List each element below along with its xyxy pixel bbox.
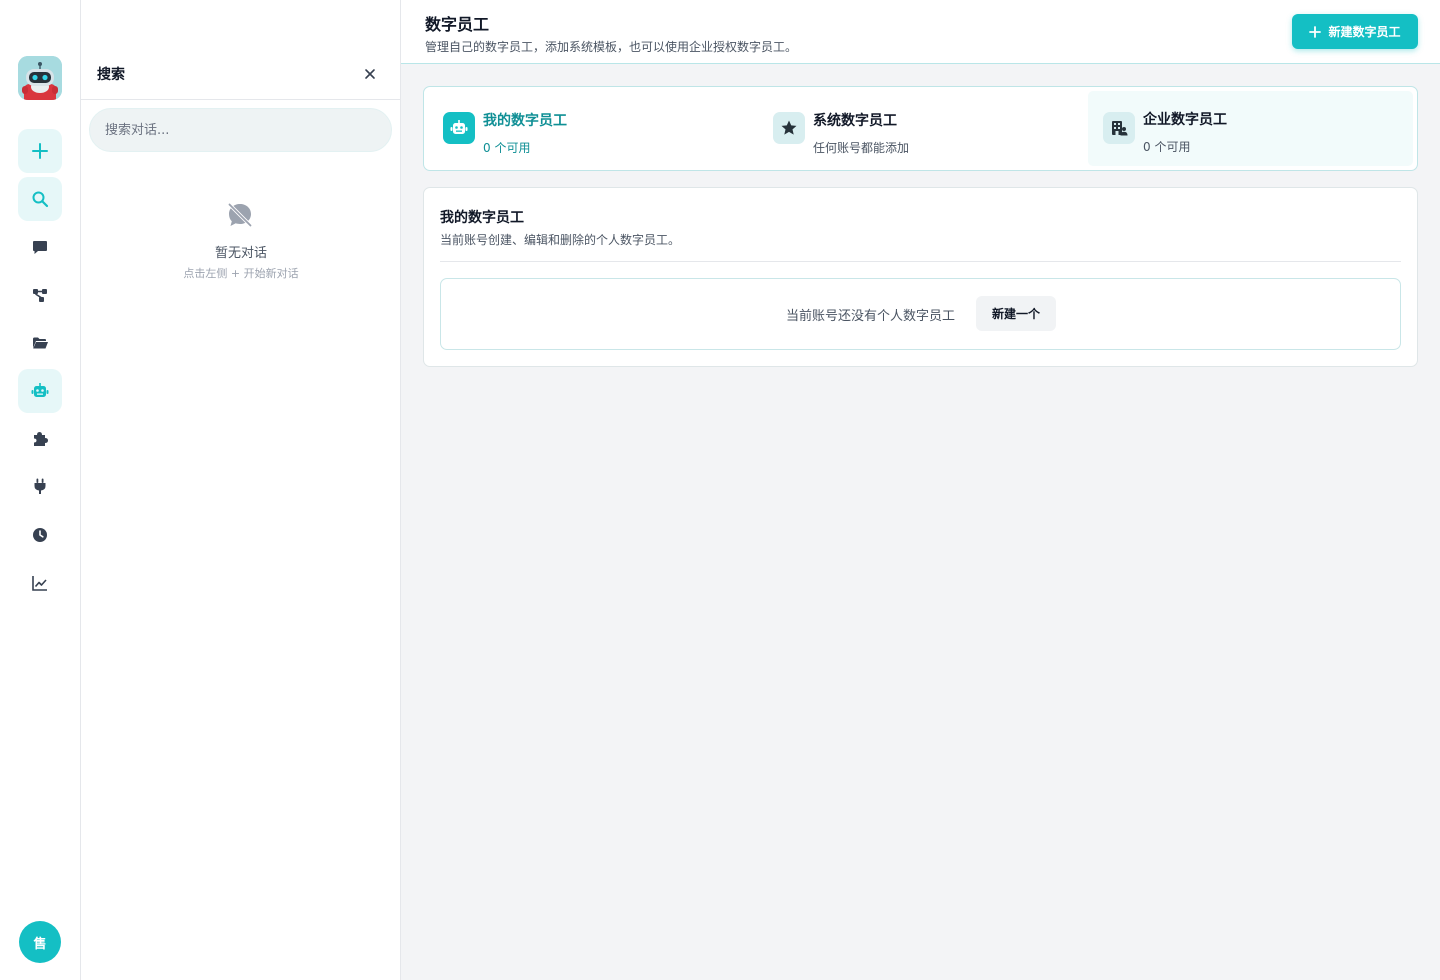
new-digital-employee-button[interactable]: 新建数字员工 xyxy=(1292,14,1418,49)
plus-icon xyxy=(1309,25,1322,38)
chat-icon xyxy=(33,241,47,254)
user-avatar[interactable]: 售 xyxy=(19,921,61,963)
search-panel: 搜索 暂无对话 点击左侧 + 开始新对话 xyxy=(81,0,401,980)
plus-icon xyxy=(32,143,48,159)
puzzle-icon xyxy=(34,432,48,446)
close-search-button[interactable] xyxy=(361,65,379,83)
create-one-button[interactable]: 新建一个 xyxy=(976,296,1056,331)
tab-label: 系统数字员工 xyxy=(813,113,897,129)
search-conversations-input[interactable] xyxy=(89,108,392,152)
empty-employees-box: 当前账号还没有个人数字员工 新建一个 xyxy=(440,278,1401,350)
empty-conversation-title: 暂无对话 xyxy=(214,246,267,261)
tab-sublabel: 任何账号都能添加 xyxy=(813,141,910,155)
chat-nav-button[interactable] xyxy=(18,225,62,269)
no-conversation-icon xyxy=(226,201,254,229)
my-employees-section: 我的数字员工 当前账号创建、编辑和删除的个人数字员工。 当前账号还没有个人数字员… xyxy=(423,187,1418,367)
nav-rail: 售 xyxy=(0,0,81,980)
section-title: 我的数字员工 xyxy=(440,210,524,226)
digital-employee-nav-button[interactable] xyxy=(18,369,62,413)
history-nav-button[interactable] xyxy=(18,513,62,557)
plug-icon xyxy=(34,478,46,494)
tab-label: 我的数字员工 xyxy=(483,113,567,129)
new-digital-employee-label: 新建数字员工 xyxy=(1328,25,1401,39)
plugins-nav-button[interactable] xyxy=(18,417,62,461)
close-icon xyxy=(365,69,375,79)
search-nav-button[interactable] xyxy=(18,177,62,221)
page-header: 数字员工 管理自己的数字员工，添加系统模板，也可以使用企业授权数字员工。 新建数… xyxy=(401,0,1440,64)
clock-icon xyxy=(33,528,47,542)
empty-conversation-hint: 点击左侧 + 开始新对话 xyxy=(183,267,299,280)
integrations-nav-button[interactable] xyxy=(18,464,62,508)
robot-mascot-icon xyxy=(18,56,62,100)
tab-star-icon xyxy=(773,112,805,144)
tab-robot-icon xyxy=(443,112,475,144)
tab-enterprise-employees[interactable]: 企业数字员工 0 个可用 xyxy=(1088,91,1413,166)
tab-system-employees[interactable]: 系统数字员工 任何账号都能添加 xyxy=(758,91,1081,166)
tab-building-icon xyxy=(1103,112,1135,144)
search-icon xyxy=(32,191,49,208)
analytics-nav-button[interactable] xyxy=(18,561,62,605)
tab-my-employees[interactable]: 我的数字员工 0 个可用 xyxy=(428,91,751,166)
tab-sublabel: 0 个可用 xyxy=(1143,140,1191,154)
new-chat-button[interactable] xyxy=(18,129,62,173)
empty-employees-text: 当前账号还没有个人数字员工 xyxy=(786,309,956,324)
search-panel-header: 搜索 xyxy=(81,49,401,100)
page-subtitle: 管理自己的数字员工，添加系统模板，也可以使用企业授权数字员工。 xyxy=(425,40,798,54)
section-description: 当前账号创建、编辑和删除的个人数字员工。 xyxy=(440,233,681,247)
section-divider xyxy=(440,261,1401,262)
tab-label: 企业数字员工 xyxy=(1143,112,1227,128)
category-tabs: 我的数字员工 0 个可用 系统数字员工 任何账号都能添加 企业数字员工 0 个可… xyxy=(423,86,1418,171)
page-title: 数字员工 xyxy=(425,15,490,34)
line-chart-icon xyxy=(32,576,47,591)
files-nav-button[interactable] xyxy=(18,321,62,365)
workflow-icon xyxy=(33,289,47,302)
app-logo[interactable] xyxy=(18,56,62,100)
robot-icon xyxy=(31,383,49,397)
tab-sublabel: 0 个可用 xyxy=(483,141,531,155)
folder-icon xyxy=(33,337,48,349)
workflow-nav-button[interactable] xyxy=(18,273,62,317)
search-panel-title: 搜索 xyxy=(97,67,125,83)
